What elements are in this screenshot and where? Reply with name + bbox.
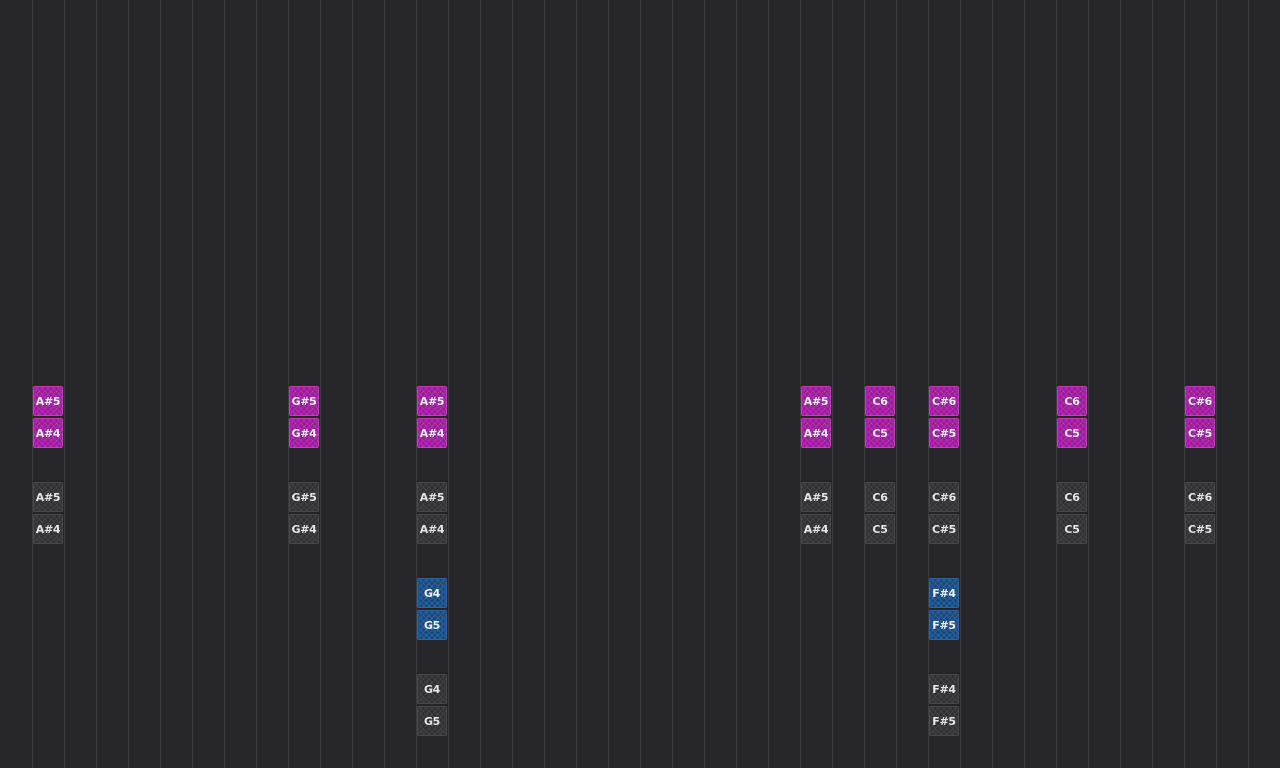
- grid-line: [864, 0, 865, 768]
- grid-line: [608, 0, 609, 768]
- note-block[interactable]: C#6: [1185, 482, 1215, 512]
- grid-line: [736, 0, 737, 768]
- note-block[interactable]: C6: [1057, 482, 1087, 512]
- note-block[interactable]: A#4: [33, 418, 63, 448]
- grid-line: [1152, 0, 1153, 768]
- note-block[interactable]: G#5: [289, 482, 319, 512]
- grid-line: [1088, 0, 1089, 768]
- note-grid: A#5 A#4 A#5 A#4 G#5 G#4 G#5 G#4 A#5 A#4 …: [0, 0, 1280, 768]
- note-block[interactable]: A#5: [417, 386, 447, 416]
- grid-line: [224, 0, 225, 768]
- grid-line: [288, 0, 289, 768]
- grid-line: [448, 0, 449, 768]
- grid-line: [1120, 0, 1121, 768]
- note-block[interactable]: F#4: [929, 674, 959, 704]
- note-block[interactable]: A#5: [801, 482, 831, 512]
- grid-line: [672, 0, 673, 768]
- note-block[interactable]: C#5: [929, 418, 959, 448]
- grid-line: [320, 0, 321, 768]
- note-block[interactable]: G4: [417, 674, 447, 704]
- grid-line: [256, 0, 257, 768]
- grid-line: [576, 0, 577, 768]
- note-block[interactable]: A#5: [801, 386, 831, 416]
- grid-line: [416, 0, 417, 768]
- note-block[interactable]: C#5: [1185, 418, 1215, 448]
- note-block[interactable]: A#4: [417, 418, 447, 448]
- note-block[interactable]: A#4: [33, 514, 63, 544]
- grid-line: [32, 0, 33, 768]
- note-block[interactable]: F#5: [929, 706, 959, 736]
- note-block[interactable]: G5: [417, 610, 447, 640]
- grid-line: [1024, 0, 1025, 768]
- note-block[interactable]: C#6: [1185, 386, 1215, 416]
- note-block[interactable]: C5: [1057, 418, 1087, 448]
- grid-line: [832, 0, 833, 768]
- grid-line: [544, 0, 545, 768]
- grid-line: [1184, 0, 1185, 768]
- grid-line: [1056, 0, 1057, 768]
- grid-line: [928, 0, 929, 768]
- grid-line: [896, 0, 897, 768]
- grid-line: [704, 0, 705, 768]
- grid-line: [800, 0, 801, 768]
- note-block[interactable]: A#4: [801, 514, 831, 544]
- grid-line: [352, 0, 353, 768]
- note-block[interactable]: C5: [865, 514, 895, 544]
- note-block[interactable]: G#4: [289, 418, 319, 448]
- grid-line: [96, 0, 97, 768]
- note-block[interactable]: G5: [417, 706, 447, 736]
- note-block[interactable]: A#4: [417, 514, 447, 544]
- grid-line: [160, 0, 161, 768]
- grid-line: [192, 0, 193, 768]
- note-block[interactable]: G#5: [289, 386, 319, 416]
- grid-line: [384, 0, 385, 768]
- grid-line: [960, 0, 961, 768]
- grid-line: [1216, 0, 1217, 768]
- note-block[interactable]: C6: [865, 386, 895, 416]
- grid-line: [512, 0, 513, 768]
- note-block[interactable]: A#4: [801, 418, 831, 448]
- note-block[interactable]: C#5: [929, 514, 959, 544]
- note-block[interactable]: C5: [865, 418, 895, 448]
- note-block[interactable]: C#5: [1185, 514, 1215, 544]
- grid-line: [1248, 0, 1249, 768]
- note-block[interactable]: G#4: [289, 514, 319, 544]
- grid-line: [128, 0, 129, 768]
- note-block[interactable]: C#6: [929, 482, 959, 512]
- grid-line: [768, 0, 769, 768]
- note-block[interactable]: F#5: [929, 610, 959, 640]
- grid-line: [640, 0, 641, 768]
- note-block[interactable]: F#4: [929, 578, 959, 608]
- note-block[interactable]: G4: [417, 578, 447, 608]
- note-block[interactable]: A#5: [33, 386, 63, 416]
- note-block[interactable]: C6: [865, 482, 895, 512]
- note-block[interactable]: A#5: [33, 482, 63, 512]
- grid-line: [480, 0, 481, 768]
- note-block[interactable]: C#6: [929, 386, 959, 416]
- note-block[interactable]: C6: [1057, 386, 1087, 416]
- note-block[interactable]: C5: [1057, 514, 1087, 544]
- grid-line: [64, 0, 65, 768]
- note-block[interactable]: A#5: [417, 482, 447, 512]
- grid-line: [992, 0, 993, 768]
